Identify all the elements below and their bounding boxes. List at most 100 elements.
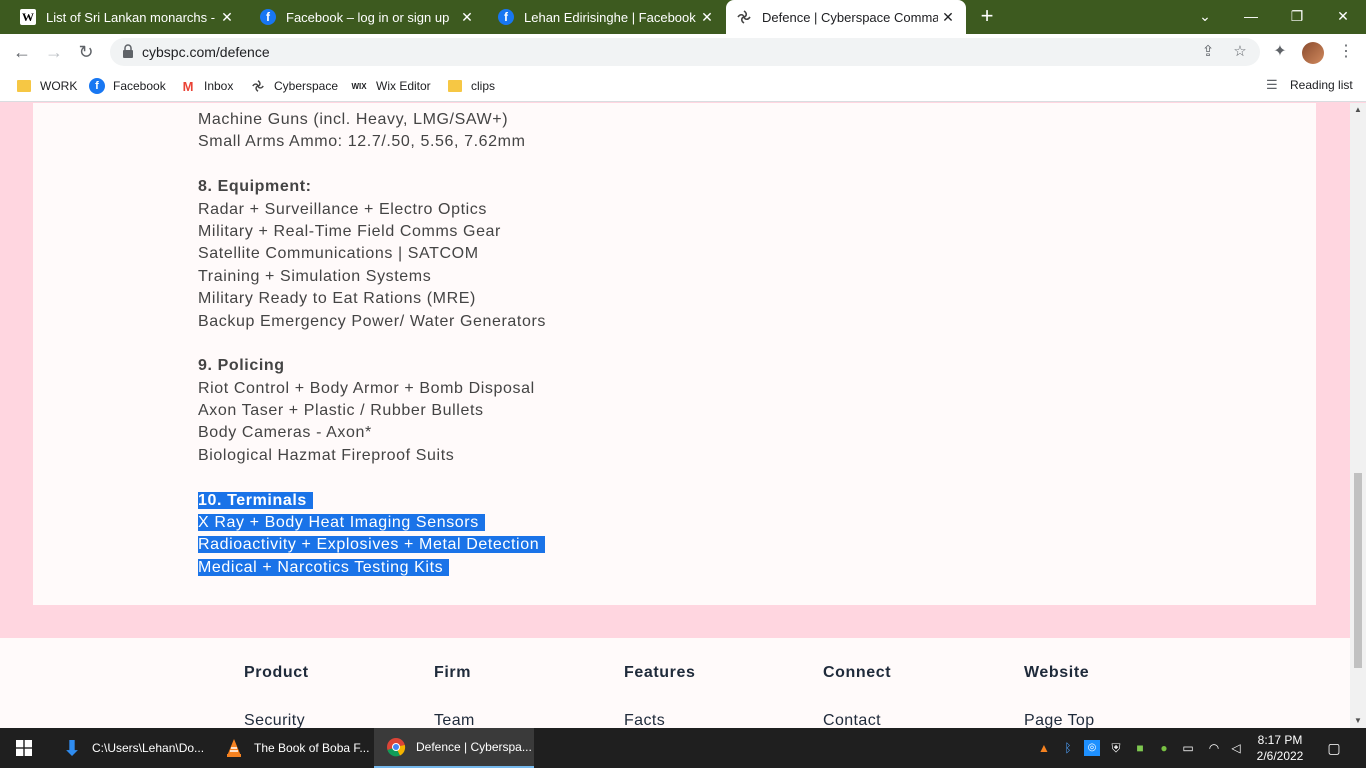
taskbar-vlc[interactable]: The Book of Boba F... (222, 728, 372, 768)
footer-link-contact[interactable]: Contact (823, 712, 881, 728)
bookmark-facebook[interactable]: f Facebook (89, 77, 166, 95)
cyberspace-icon (250, 78, 266, 94)
line-text: Riot Control + Body Armor + Bomb Disposa… (198, 379, 535, 397)
defence-list: Machine Guns (incl. Heavy, LMG/SAW+) Smal… (198, 109, 546, 579)
list-item: Riot Control + Body Armor + Bomb Disposa… (198, 378, 546, 400)
battery-icon[interactable]: ▭ (1180, 740, 1196, 756)
taskbar-chrome[interactable]: Defence | Cyberspa... (374, 728, 534, 768)
page-scrollbar[interactable]: ▲ ▼ (1350, 103, 1366, 728)
list-item: Biological Hazmat Fireproof Suits (198, 445, 546, 467)
chrome-icon (384, 735, 408, 759)
line-text: Training + Simulation Systems (198, 267, 432, 285)
bookmark-wix-editor[interactable]: WIX Wix Editor (350, 77, 430, 95)
tab-search-icon[interactable]: ⌄ (1182, 0, 1228, 34)
green-app-tray-icon[interactable]: ■ (1132, 740, 1148, 756)
close-tab-icon[interactable]: ✕ (457, 9, 477, 26)
browser-toolbar: ← → ↻ cybspc.com/defence ⇪ ☆ ✦ ⋮ (0, 34, 1366, 70)
wifi-icon[interactable]: ◠ (1206, 740, 1222, 756)
bookmark-clips[interactable]: clips (447, 77, 495, 95)
list-item: Military Ready to Eat Rations (MRE) (198, 288, 546, 310)
bookmark-inbox[interactable]: M Inbox (180, 77, 234, 95)
line-text: Radar + Surveillance + Electro Optics (198, 200, 487, 218)
tab-title: List of Sri Lankan monarchs - Wik (46, 9, 217, 25)
list-item: Training + Simulation Systems (198, 266, 546, 288)
avatar[interactable] (1302, 42, 1324, 64)
tab-wikipedia[interactable]: W List of Sri Lankan monarchs - Wik ✕ (0, 0, 245, 34)
scroll-down-icon[interactable]: ▼ (1350, 714, 1366, 728)
reload-icon[interactable]: ↻ (74, 40, 98, 64)
section-heading: 10. Terminals (198, 490, 546, 512)
gmail-icon: M (182, 78, 194, 94)
download-icon: ⬇ (63, 737, 81, 760)
footer-heading-website: Website (1024, 664, 1090, 681)
security-tray-icon[interactable]: ⛨ (1108, 740, 1124, 756)
notifications-icon[interactable]: ▢ (1326, 740, 1342, 756)
close-tab-icon[interactable]: ✕ (938, 9, 958, 26)
restore-icon[interactable]: ❐ (1274, 0, 1320, 34)
list-item: Satellite Communications | SATCOM (198, 243, 546, 265)
facebook-icon: f (89, 78, 105, 94)
wikipedia-icon: W (20, 9, 36, 25)
windows-taskbar: ⬇ C:\Users\Lehan\Do... The Book of Boba … (0, 728, 1366, 768)
bookmark-label: clips (471, 79, 496, 93)
taskbar-label: Defence | Cyberspa... (416, 740, 532, 754)
tab-facebook-login[interactable]: f Facebook – log in or sign up ✕ (240, 0, 485, 34)
reading-list-button[interactable]: ☰ Reading list (1266, 77, 1353, 93)
tab-facebook-profile[interactable]: f Lehan Edirisinghe | Facebook ✕ (478, 0, 725, 34)
footer-link-team[interactable]: Team (434, 712, 475, 728)
windows-start-icon[interactable] (0, 728, 48, 768)
share-icon[interactable]: ⇪ (1198, 42, 1218, 62)
close-window-icon[interactable]: ✕ (1320, 0, 1366, 34)
page-viewport: Machine Guns (incl. Heavy, LMG/SAW+) Smal… (0, 103, 1350, 728)
bookmark-cyberspace[interactable]: Cyberspace (250, 77, 338, 95)
bookmark-label: WORK (40, 79, 78, 93)
list-item: Military + Real-Time Field Comms Gear (198, 221, 546, 243)
scroll-up-icon[interactable]: ▲ (1350, 103, 1366, 117)
line-text: 8. Equipment: (198, 178, 312, 196)
facebook-icon: f (260, 9, 276, 25)
address-bar[interactable]: cybspc.com/defence ⇪ ☆ (110, 38, 1260, 66)
selected-text: Medical + Narcotics Testing Kits (198, 558, 450, 576)
list-item: Machine Guns (incl. Heavy, LMG/SAW+) (198, 109, 546, 131)
menu-icon[interactable]: ⋮ (1336, 42, 1356, 62)
footer-heading-product: Product (244, 664, 309, 681)
bookmark-label: Cyberspace (274, 79, 339, 93)
close-tab-icon[interactable]: ✕ (697, 9, 717, 26)
app-tray-icon[interactable]: ◎ (1084, 740, 1100, 756)
footer-link-security[interactable]: Security (244, 712, 305, 728)
taskbar-clock[interactable]: 8:17 PM 2/6/2022 (1252, 732, 1308, 764)
list-item: Axon Taser + Plastic / Rubber Bullets (198, 400, 546, 422)
scrollbar-thumb[interactable] (1354, 473, 1362, 668)
list-item: Radioactivity + Explosives + Metal Detec… (198, 534, 546, 556)
tab-defence[interactable]: Defence | Cyberspace Command ✕ (726, 0, 966, 34)
vlc-icon (222, 736, 246, 760)
taskbar-explorer[interactable]: ⬇ C:\Users\Lehan\Do... (60, 728, 220, 768)
extensions-icon[interactable]: ✦ (1270, 42, 1290, 62)
back-icon[interactable]: ← (10, 40, 34, 64)
bookmark-label: Inbox (204, 79, 234, 93)
footer-link-facts[interactable]: Facts (624, 712, 665, 728)
line-text: Body Cameras - Axon* (198, 424, 372, 442)
taskbar-label: C:\Users\Lehan\Do... (92, 741, 205, 755)
volume-icon[interactable]: ◁ (1228, 740, 1244, 756)
torrent-tray-icon[interactable]: ● (1156, 740, 1172, 756)
bluetooth-icon[interactable]: ᛒ (1060, 740, 1076, 756)
forward-icon[interactable]: → (42, 40, 66, 64)
close-tab-icon[interactable]: ✕ (217, 9, 237, 26)
cyberspace-icon (736, 9, 752, 25)
new-tab-icon[interactable]: + (975, 5, 999, 29)
tab-title: Defence | Cyberspace Command (762, 9, 938, 25)
list-item: Small Arms Ammo: 12.7/.50, 5.56, 7.62mm (198, 131, 546, 153)
bookmark-work[interactable]: WORK (16, 77, 77, 95)
line-text: Military Ready to Eat Rations (MRE) (198, 290, 476, 308)
vlc-tray-icon[interactable]: ▲ (1036, 740, 1052, 756)
selected-text: X Ray + Body Heat Imaging Sensors (198, 514, 485, 532)
footer-link-page-top[interactable]: Page Top (1024, 712, 1095, 728)
line-text: Military + Real-Time Field Comms Gear (198, 222, 501, 240)
clock-date: 2/6/2022 (1256, 749, 1304, 763)
list-item: Radar + Surveillance + Electro Optics (198, 199, 546, 221)
minimize-icon[interactable]: — (1228, 0, 1274, 34)
folder-icon (447, 78, 463, 94)
bookmark-star-icon[interactable]: ☆ (1230, 42, 1250, 62)
clock-time: 8:17 PM (1257, 733, 1303, 747)
